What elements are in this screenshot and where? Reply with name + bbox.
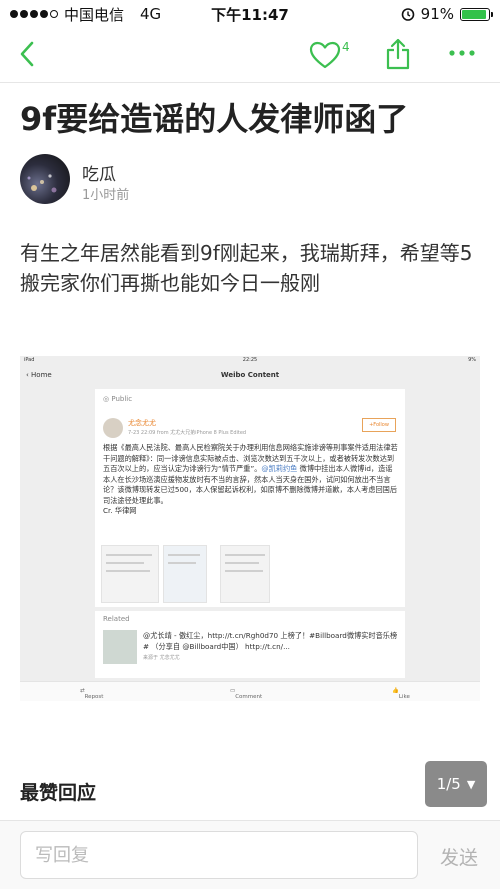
battery-percent: 91% — [420, 5, 454, 23]
nav-divider — [0, 82, 500, 83]
page-indicator-button[interactable]: 1/5 ▼ — [425, 761, 487, 807]
battery-fill — [462, 9, 486, 19]
heart-icon[interactable] — [308, 40, 342, 70]
embedded-thumbnail — [220, 545, 270, 603]
clock: 下午11:47 — [211, 5, 289, 24]
embedded-thumbnail — [163, 545, 207, 603]
page-indicator: 1/5 — [436, 775, 461, 793]
embedded-title: Weibo Content — [220, 371, 280, 379]
status-left: 中国电信 4G — [10, 4, 161, 25]
send-button[interactable]: 发送 — [440, 843, 478, 870]
comments-section-title: 最赞回应 — [20, 782, 97, 804]
embedded-mention: @凯莉约鱼 — [261, 464, 298, 473]
avatar-image — [27, 174, 57, 193]
caret-down-icon: ▼ — [466, 777, 476, 791]
share-icon[interactable] — [385, 38, 411, 70]
alarm-icon — [401, 8, 414, 21]
embedded-footer: ⇄ Repost ▭ Comment 👍 Like — [20, 681, 480, 701]
like-count: 4 — [342, 40, 350, 54]
nav-bar: 4 — [0, 28, 500, 82]
battery-icon — [460, 7, 493, 21]
embedded-related: Related @尤长靖 - 傲红尘，http://t.cn/Rgh0d70 上… — [95, 611, 405, 678]
embedded-thumbnail — [101, 545, 159, 603]
embedded-back: ‹ Home — [26, 371, 52, 379]
post-title: 9f要给造谣的人发律师函了 — [20, 100, 409, 138]
embedded-battery: 9% — [468, 357, 476, 363]
more-icon[interactable] — [448, 48, 476, 58]
author-avatar[interactable] — [20, 154, 70, 204]
reply-bar: 发送 — [0, 820, 500, 889]
back-icon[interactable] — [14, 40, 40, 68]
embedded-weibo-text: 根据《最高人民法院、最高人民检察院关于办理利用信息网络实施诽谤等刑事案件适用法律… — [103, 443, 398, 515]
author-name[interactable]: 吃瓜 — [82, 160, 116, 185]
embedded-nav: ‹ Home Weibo Content — [20, 366, 480, 386]
embedded-time: 22:25 — [242, 357, 258, 363]
embedded-follow-button: +Follow — [362, 418, 396, 432]
embedded-related-source: 来源于 尤念尤尤 — [143, 655, 180, 661]
embedded-user-name: 尤念尤尤 — [128, 419, 156, 427]
embedded-comment: ▭ Comment — [230, 688, 263, 700]
network-label: 4G — [140, 5, 162, 23]
embedded-repost: ⇄ Repost — [80, 688, 104, 700]
reply-input[interactable] — [20, 831, 418, 879]
embedded-device: iPad — [24, 357, 35, 363]
embedded-meta: 7-23 22:09 from 尤尤大兄弟iPhone 8 Plus Edite… — [128, 430, 247, 436]
embedded-related-label: Related — [103, 615, 130, 623]
embedded-screenshot[interactable]: iPad 22:25 9% ‹ Home Weibo Content ◎ Pub… — [20, 356, 480, 701]
embedded-status-bar: iPad 22:25 9% — [20, 356, 480, 366]
signal-icon — [10, 10, 58, 18]
embedded-weibo-card: ◎ Public 尤念尤尤 7-23 22:09 from 尤尤大兄弟iPhon… — [95, 389, 405, 607]
embedded-related-image — [103, 630, 137, 664]
status-bar: 中国电信 4G 下午11:47 91% — [0, 0, 500, 28]
post-body: 有生之年居然能看到9f刚起来，我瑞斯拜，希望等5搬完家你们再撕也能如今日一般刚 — [20, 241, 473, 295]
embedded-avatar — [103, 418, 123, 438]
embedded-credit: Cr. 华律网 — [103, 506, 137, 515]
status-right: 91% — [401, 5, 493, 23]
post-time: 1小时前 — [82, 188, 130, 203]
carrier-label: 中国电信 — [64, 5, 125, 24]
embedded-related-text: @尤长靖 - 傲红尘，http://t.cn/Rgh0d70 上榜了！#Bill… — [143, 631, 398, 651]
embedded-public-label: ◎ Public — [103, 395, 133, 403]
embedded-like: 👍 Like — [392, 688, 410, 700]
